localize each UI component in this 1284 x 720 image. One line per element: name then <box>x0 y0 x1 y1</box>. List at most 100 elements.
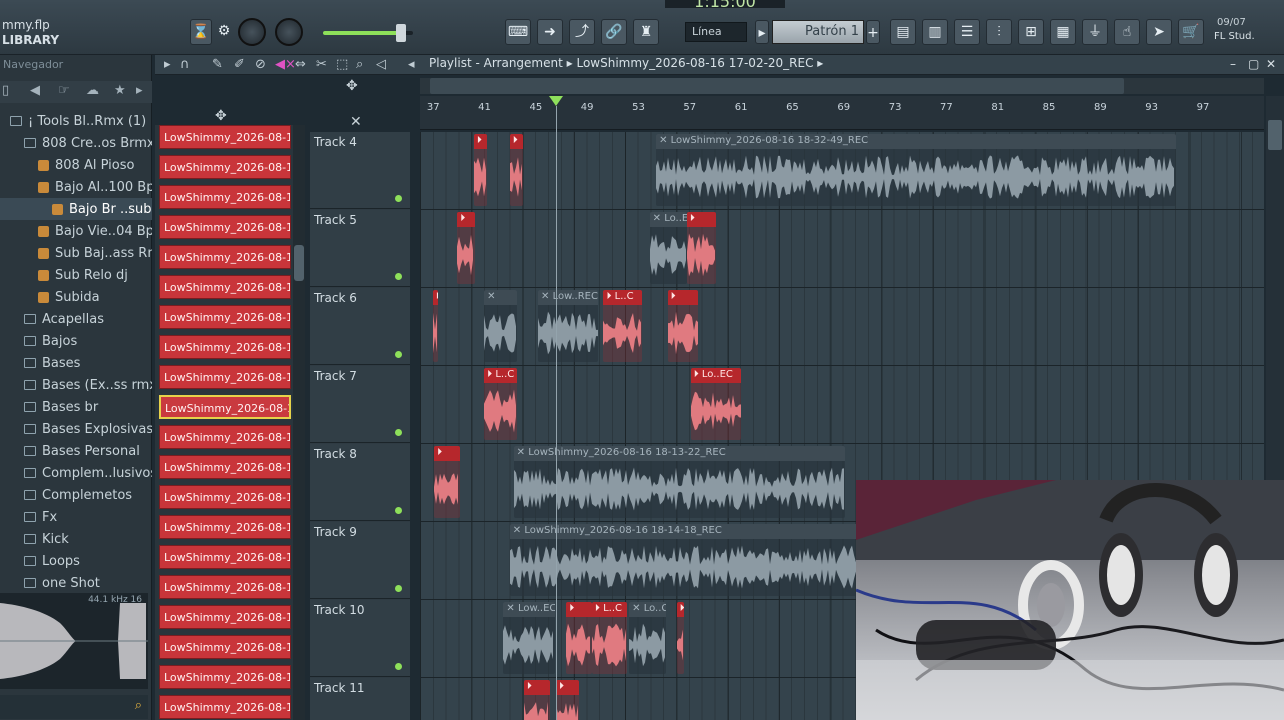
clip-header[interactable]: ✕ LowShimmy_2026-08-16 18-14-18_REC <box>509 524 870 539</box>
picker-clip-item[interactable]: LowShimmy_2026-08-16... <box>159 635 291 659</box>
browser-item[interactable]: Bajo Al..100 Bpm <box>0 176 152 198</box>
browser-item[interactable]: ¡ Tools Bl..Rmx (1) ! <box>0 110 152 132</box>
link-icon[interactable]: 🔗 <box>601 19 627 45</box>
audio-clip[interactable]: ⏵ L..C <box>591 602 627 674</box>
paint-icon[interactable]: ✐ <box>234 57 245 72</box>
track-header[interactable]: Track 11 <box>310 678 410 720</box>
clip-header[interactable]: ⏵ <box>457 212 476 227</box>
master-pitch-knob[interactable] <box>275 18 303 46</box>
picker-clip-item[interactable]: LowShimmy_2026-08-16... <box>159 395 291 419</box>
clip-header[interactable]: ✕ Low..REC <box>538 290 599 305</box>
audio-clip[interactable]: ✕ Lo..C <box>629 602 667 674</box>
clip-header[interactable]: ⏵ L..C <box>484 368 518 383</box>
clip-header[interactable]: ⏵ <box>523 680 550 695</box>
touch-icon[interactable]: ☝ <box>1114 19 1140 45</box>
audio-clip[interactable]: ⏵ <box>509 134 523 206</box>
clip-menu-icon[interactable]: ⏵ <box>694 369 702 380</box>
picker-scrollbar[interactable] <box>293 125 305 720</box>
magnet-icon[interactable]: ∩ <box>180 57 190 72</box>
clip-header[interactable]: ⏵ L..C <box>591 602 627 617</box>
picker-scroll-thumb[interactable] <box>294 245 304 281</box>
track-header[interactable]: Track 5 <box>310 210 410 287</box>
browser-item[interactable]: Bases Personal <box>0 440 152 462</box>
pattern-selector[interactable]: Patrón 1 <box>772 20 864 44</box>
clip-close-icon[interactable]: ✕ <box>541 291 553 302</box>
browser-item[interactable]: Sub Relo dj <box>0 264 152 286</box>
track-header[interactable]: Track 10 <box>310 600 410 677</box>
pan-icon[interactable]: ✥ <box>346 78 358 94</box>
audio-clip[interactable]: ⏵ <box>434 446 460 518</box>
track-header[interactable]: Track 7 <box>310 366 410 443</box>
track-enable-led[interactable] <box>395 351 402 358</box>
audio-clip[interactable]: ⏵ L..C <box>603 290 642 362</box>
pattern-prev-icon[interactable]: ▸ <box>755 20 769 44</box>
clip-menu-icon[interactable]: ⏵ <box>671 291 676 302</box>
picker-clip-item[interactable]: LowShimmy_2026-08-16... <box>159 245 291 269</box>
browser-item[interactable]: Bajo Vie..04 Bpm <box>0 220 152 242</box>
clip-menu-icon[interactable]: ⏵ <box>527 681 532 692</box>
mixer-icon[interactable]: ⫶ <box>986 19 1012 45</box>
clip-header[interactable]: ⏵ L..C <box>603 290 642 305</box>
plug-icon[interactable]: ⏚ <box>1082 19 1108 45</box>
picker-clip-item[interactable]: LowShimmy_2026-08-16... <box>159 215 291 239</box>
clip-menu-icon[interactable]: ⏵ <box>690 213 695 224</box>
slip-icon[interactable]: ⇔ <box>295 57 306 72</box>
clip-menu-icon[interactable]: ⏵ <box>477 135 482 146</box>
speaker-icon[interactable]: ◁ <box>376 57 386 72</box>
arrangement-name[interactable]: LowShimmy_2026-08-16 17-02-20_REC <box>576 56 813 70</box>
clip-header[interactable]: ⏵ <box>473 134 487 149</box>
delete-icon[interactable]: ⊘ <box>255 57 266 72</box>
audio-clip[interactable]: ⏵ <box>667 290 699 362</box>
play-arrow-icon[interactable]: ▸ <box>164 57 171 72</box>
select-icon[interactable]: ⬚ <box>336 57 348 72</box>
star-icon[interactable]: ★ <box>114 83 126 98</box>
audio-clip[interactable]: ✕ LowShimmy_2026-08-16 18-13-22_REC <box>513 446 845 518</box>
plugin-tree-icon[interactable]: ⊞ <box>1018 19 1044 45</box>
browser-item[interactable]: Subida <box>0 286 152 308</box>
browser-item[interactable]: Fx <box>0 506 152 528</box>
pencil-icon[interactable]: ✎ <box>212 57 223 72</box>
track-enable-led[interactable] <box>395 663 402 670</box>
clip-header[interactable]: ✕ Low..EC <box>503 602 555 617</box>
metronome-icon[interactable]: ⌛ <box>190 19 212 45</box>
browser-item[interactable]: 808 Cre..os Brmx <box>0 132 152 154</box>
clip-menu-icon[interactable]: ⏵ <box>569 603 574 614</box>
audio-clip[interactable]: ⏵ <box>523 680 550 720</box>
close-icon[interactable]: ✕ <box>1266 57 1276 71</box>
picker-clip-item[interactable]: LowShimmy_2026-08-16... <box>159 305 291 329</box>
picker-clip-item[interactable]: LowShimmy_2026-08-16... <box>159 425 291 449</box>
audio-clip[interactable]: ⏵ <box>473 134 487 206</box>
audio-clip[interactable]: ✕ LowShimmy_2026-08-16 18-14-18_REC <box>509 524 870 596</box>
document-icon[interactable]: ▦ <box>1050 19 1076 45</box>
clip-close-icon[interactable]: ✕ <box>632 603 644 614</box>
clip-menu-icon[interactable]: ⏵ <box>606 291 614 302</box>
browser-item[interactable]: Complem..lusivos) <box>0 462 152 484</box>
track-header[interactable]: Track 9 <box>310 522 410 599</box>
track-enable-led[interactable] <box>395 273 402 280</box>
curve-icon[interactable]: ⤴ <box>569 19 595 45</box>
cloud-icon[interactable]: ☁ <box>86 83 99 98</box>
clip-close-icon[interactable]: ✕ <box>487 291 495 302</box>
clip-header[interactable]: ✕ Lo..EC <box>649 212 687 227</box>
clip-header[interactable]: ✕ Lo..C <box>629 602 667 617</box>
step-sequencer-icon[interactable]: ▥ <box>922 19 948 45</box>
browser-item[interactable]: Bases (Ex..ss rmx) <box>0 374 152 396</box>
clip-menu-icon[interactable]: ⏵ <box>559 681 564 692</box>
track-enable-led[interactable] <box>395 507 402 514</box>
cart-icon[interactable]: 🛒 <box>1178 19 1204 45</box>
picker-clip-item[interactable]: LowShimmy_2026-08-16... <box>159 695 291 719</box>
clip-close-icon[interactable]: ✕ <box>653 213 665 224</box>
playlist-view-icon[interactable]: ▤ <box>890 19 916 45</box>
audio-clip[interactable]: ✕ <box>484 290 518 362</box>
picker-clip-item[interactable]: LowShimmy_2026-08-16... <box>159 185 291 209</box>
picker-clip-item[interactable]: LowShimmy_2026-08-16... <box>159 455 291 479</box>
channel-rack-icon[interactable]: ☰ <box>954 19 980 45</box>
clip-header[interactable]: ✕ <box>484 290 518 305</box>
audio-clip[interactable]: ✕ Low..REC <box>538 290 599 362</box>
clip-close-icon[interactable]: ✕ <box>506 603 518 614</box>
clip-menu-icon[interactable]: ⏵ <box>513 135 518 146</box>
pattern-add-icon[interactable]: + <box>866 20 880 44</box>
stamp-icon[interactable]: ♜ <box>633 19 659 45</box>
vertical-scrollbar[interactable] <box>1266 96 1284 480</box>
browser-item[interactable]: Bases br <box>0 396 152 418</box>
